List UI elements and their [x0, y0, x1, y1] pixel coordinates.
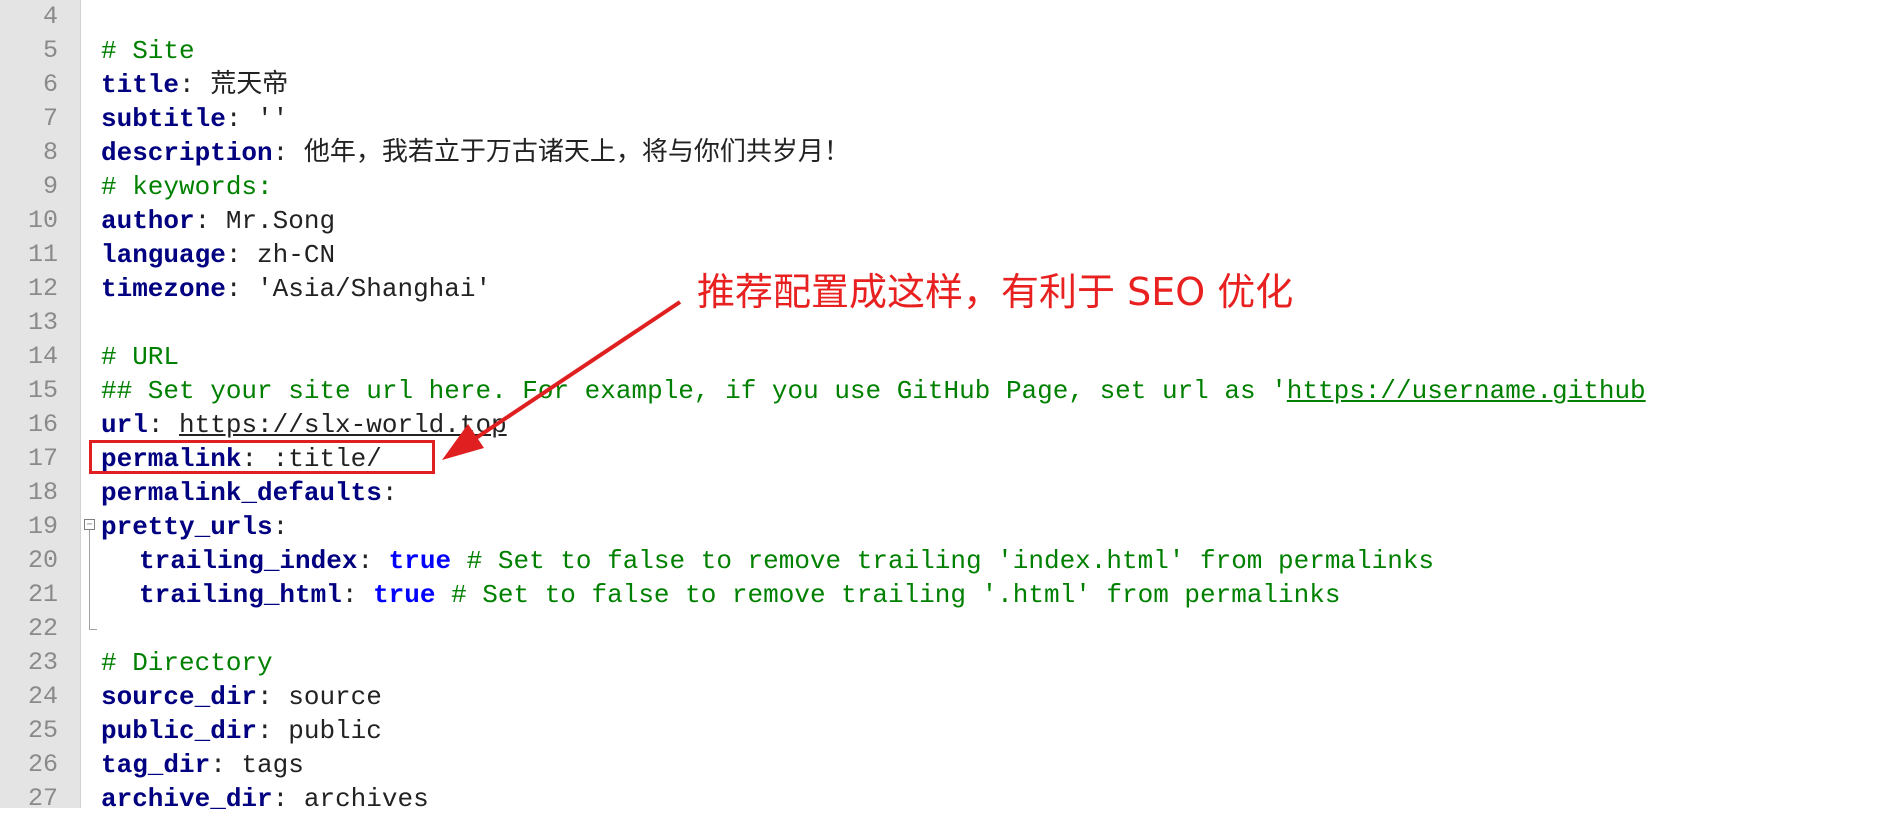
arrow-shaft	[468, 300, 682, 444]
arrow-head	[442, 424, 484, 460]
annotation-text: 推荐配置成这样，有利于 SEO 优化	[697, 270, 1294, 314]
annotation-arrow-icon	[442, 300, 682, 460]
